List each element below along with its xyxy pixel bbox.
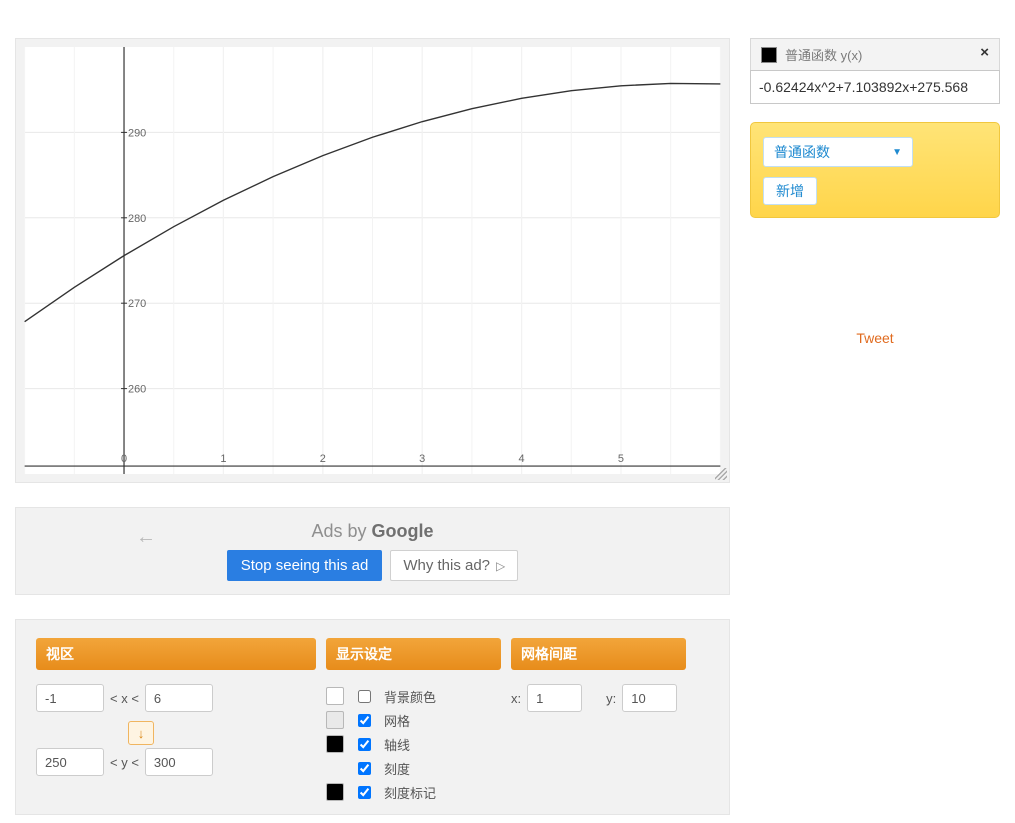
color-swatch[interactable] <box>326 687 344 705</box>
display-option-label: 网格 <box>384 711 410 730</box>
chart-panel: 0 1 2 3 4 5 260 270 280 290 <box>15 38 730 483</box>
color-swatch[interactable] <box>326 783 344 801</box>
view-section: 视区 < x < ↓ < y < <box>36 638 326 804</box>
xmax-input[interactable] <box>145 684 213 712</box>
display-option-checkbox[interactable] <box>358 762 371 775</box>
function-type-select[interactable]: 普通函数 ▼ <box>763 137 913 167</box>
grid-x-input[interactable] <box>527 684 582 712</box>
display-option-row: 轴线 <box>326 732 511 756</box>
svg-text:270: 270 <box>128 298 146 310</box>
display-header: 显示设定 <box>326 638 501 670</box>
function-color-swatch[interactable] <box>761 47 777 63</box>
svg-text:5: 5 <box>618 453 624 465</box>
function-expression-input[interactable] <box>750 70 1000 104</box>
ymax-input[interactable] <box>145 748 213 776</box>
add-function-button[interactable]: 新增 <box>763 177 817 205</box>
grid-y-input[interactable] <box>622 684 677 712</box>
svg-text:3: 3 <box>419 453 425 465</box>
why-this-ad-label: Why this ad? <box>403 557 490 574</box>
ymin-input[interactable] <box>36 748 104 776</box>
display-option-checkbox[interactable] <box>358 738 371 751</box>
chart-svg: 0 1 2 3 4 5 260 270 280 290 <box>24 47 721 474</box>
ads-panel: ← Ads by Google Stop seeing this ad Why … <box>15 507 730 595</box>
svg-text:2: 2 <box>320 453 326 465</box>
svg-text:290: 290 <box>128 127 146 139</box>
display-option-checkbox[interactable] <box>358 690 371 703</box>
display-option-label: 刻度 <box>384 759 410 778</box>
resize-handle-icon[interactable] <box>715 468 727 480</box>
color-swatch[interactable] <box>326 735 344 753</box>
function-title: 普通函数 y(x) <box>785 45 862 64</box>
back-arrow-icon[interactable]: ← <box>136 526 156 549</box>
stop-seeing-ad-button[interactable]: Stop seeing this ad <box>227 550 383 581</box>
grid-x-label: x: <box>511 691 521 706</box>
swap-icon: ↓ <box>138 726 145 741</box>
ads-google: Google <box>372 521 434 541</box>
ads-title: Ads by Google <box>311 521 433 542</box>
swap-axes-button[interactable]: ↓ <box>128 721 154 745</box>
settings-panel: 视区 < x < ↓ < y < 显示设定 背景颜色网格轴线刻度刻度标记 <box>15 619 730 815</box>
svg-text:4: 4 <box>519 453 525 465</box>
svg-text:1: 1 <box>220 453 226 465</box>
grid-section: 网格间距 x: y: <box>511 638 696 804</box>
display-section: 显示设定 背景颜色网格轴线刻度刻度标记 <box>326 638 511 804</box>
chart-plot-area[interactable]: 0 1 2 3 4 5 260 270 280 290 <box>24 47 721 474</box>
display-option-checkbox[interactable] <box>358 714 371 727</box>
y-range-label: < y < <box>110 755 139 770</box>
grid-y-label: y: <box>606 691 616 706</box>
svg-text:280: 280 <box>128 213 146 225</box>
chevron-down-icon: ▼ <box>892 147 902 158</box>
svg-text:0: 0 <box>121 453 127 465</box>
add-function-panel: 普通函数 ▼ 新增 <box>750 122 1000 218</box>
display-option-row: 网格 <box>326 708 511 732</box>
display-option-label: 轴线 <box>384 735 410 754</box>
why-this-ad-button[interactable]: Why this ad? ▷ <box>390 550 518 581</box>
display-option-row: 背景颜色 <box>326 684 511 708</box>
function-header: 普通函数 y(x) × <box>750 38 1000 70</box>
display-option-label: 背景颜色 <box>384 687 436 706</box>
xmin-input[interactable] <box>36 684 104 712</box>
display-option-label: 刻度标记 <box>384 783 436 802</box>
function-type-label: 普通函数 <box>774 142 830 162</box>
svg-text:260: 260 <box>128 384 146 396</box>
display-option-row: 刻度标记 <box>326 780 511 804</box>
adchoices-icon: ▷ <box>496 559 505 573</box>
grid-header: 网格间距 <box>511 638 686 670</box>
close-icon[interactable]: × <box>980 44 989 61</box>
x-range-label: < x < <box>110 691 139 706</box>
ads-prefix: Ads by <box>311 521 371 541</box>
display-option-row: 刻度 <box>326 756 511 780</box>
view-header: 视区 <box>36 638 316 670</box>
tweet-link[interactable]: Tweet <box>750 330 1000 346</box>
display-option-checkbox[interactable] <box>358 786 371 799</box>
color-swatch[interactable] <box>326 711 344 729</box>
